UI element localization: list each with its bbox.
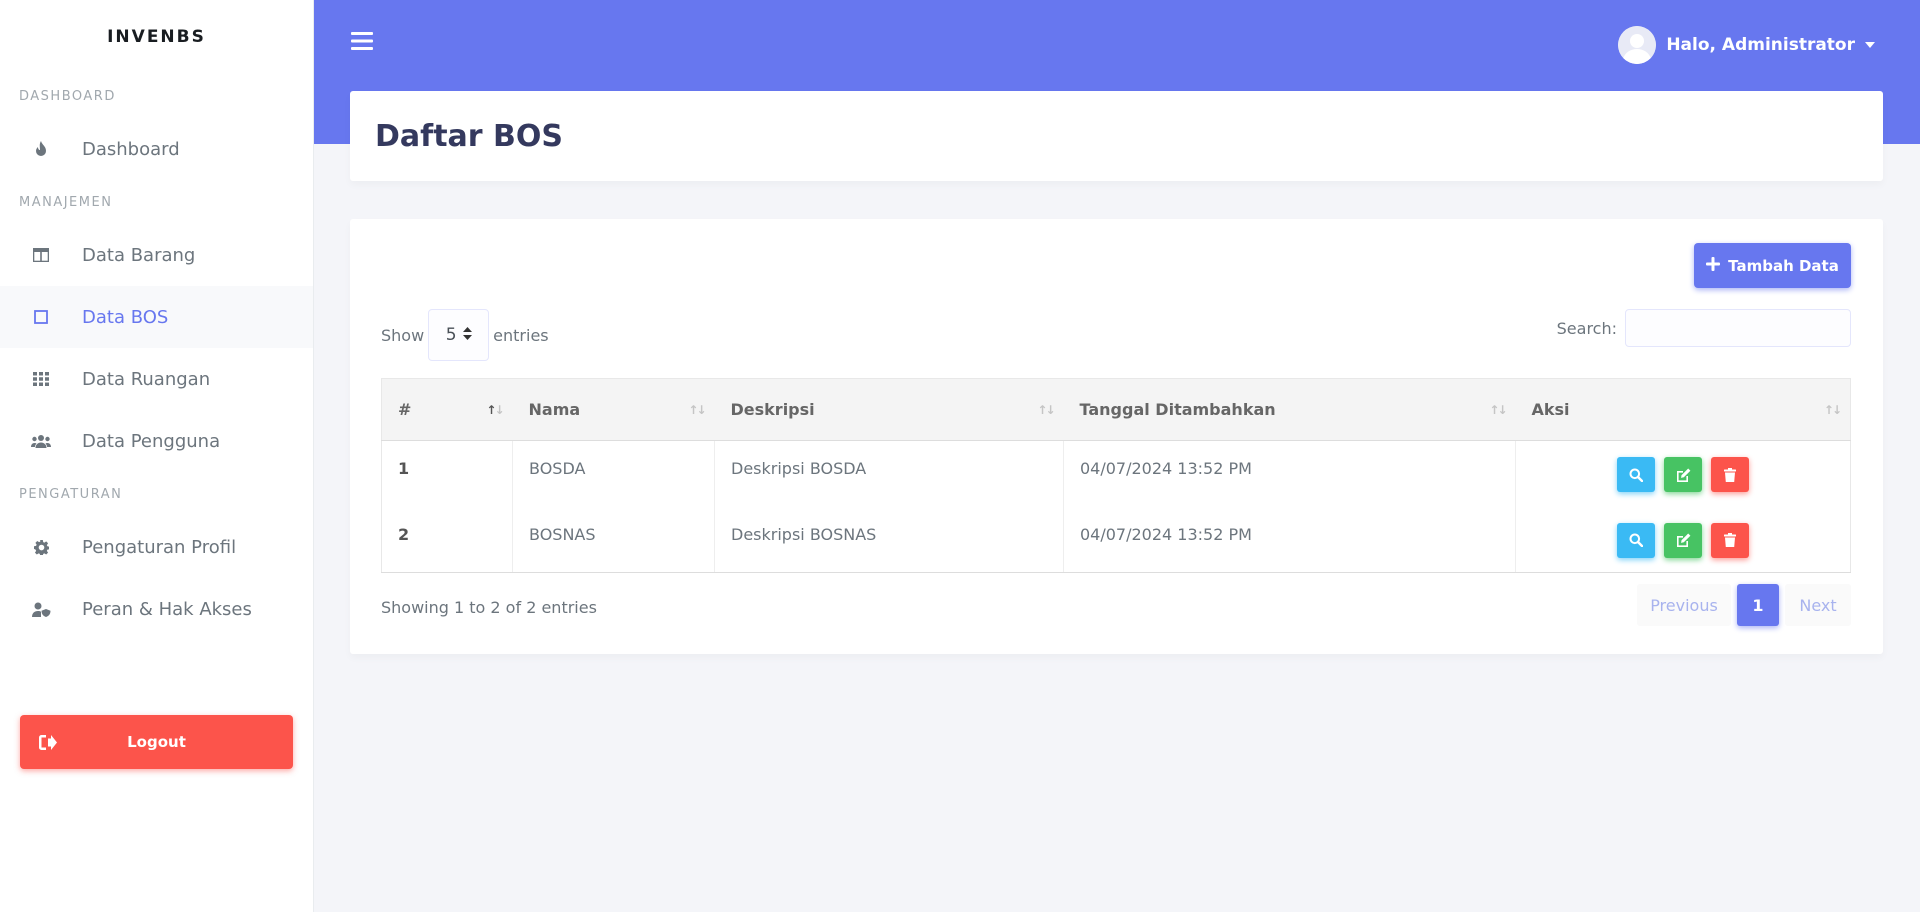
- sidebar-item-data-ruangan[interactable]: Data Ruangan: [0, 348, 313, 410]
- sidebar-item-peran-hak-akses[interactable]: Peran & Hak Akses: [0, 578, 313, 640]
- column-header-label: Nama: [528, 400, 581, 419]
- cell-deskripsi: Deskripsi BOSNAS: [714, 506, 1064, 573]
- cell-number: 1: [398, 459, 410, 478]
- page-header-card: Daftar BOS: [350, 91, 1883, 181]
- menu-header-dashboard: DASHBOARD: [19, 88, 116, 104]
- cell-nama: BOSDA: [512, 440, 715, 507]
- cell-nama: BOSNAS: [512, 506, 715, 573]
- entries-select[interactable]: 5: [428, 309, 490, 361]
- view-button[interactable]: [1616, 522, 1655, 558]
- sort-icon: ↑↓: [1489, 403, 1507, 417]
- user-shield-icon: [0, 602, 82, 617]
- delete-button[interactable]: [1711, 522, 1750, 558]
- sidebar-item-data-bos[interactable]: Data BOS: [0, 286, 313, 348]
- sort-icon: ↑↓: [1037, 403, 1055, 417]
- column-header-label: #: [398, 400, 412, 419]
- sidebar-item-label: Data Barang: [82, 244, 196, 266]
- pagination-previous[interactable]: Previous: [1637, 584, 1731, 626]
- user-menu-dropdown[interactable]: Halo, Administrator: [1618, 26, 1875, 64]
- sort-icon: ↑↓: [688, 403, 706, 417]
- search-input[interactable]: [1625, 309, 1851, 347]
- menu-header-pengaturan: PENGATURAN: [19, 486, 123, 502]
- edit-icon: [1676, 533, 1690, 547]
- sidebar-item-label: Data Pengguna: [82, 430, 221, 452]
- sidebar: INVENBS DASHBOARD Dashboard MANAJEMEN Da…: [0, 0, 314, 912]
- sign-out-icon: [20, 734, 76, 750]
- column-header-nama[interactable]: Nama ↑↓: [512, 378, 715, 441]
- column-header-number[interactable]: # ↑↓: [381, 378, 513, 441]
- data-table-card: Tambah Data Show 5 entries Search: # ↑↓ …: [350, 219, 1883, 654]
- cell-tanggal: 04/07/2024 13:52 PM: [1063, 440, 1516, 507]
- search-control: Search:: [1557, 309, 1851, 347]
- table-header-row: # ↑↓ Nama ↑↓ Deskripsi ↑↓ Tanggal Ditamb…: [381, 378, 1851, 441]
- add-data-label: Tambah Data: [1728, 256, 1839, 275]
- trash-icon: [1724, 533, 1737, 547]
- cell-actions: [1515, 506, 1851, 573]
- pagination: Previous 1 Next: [1637, 584, 1851, 626]
- sidebar-item-label: Pengaturan Profil: [82, 536, 237, 558]
- column-header-deskripsi[interactable]: Deskripsi ↑↓: [714, 378, 1064, 441]
- sort-updown-icon: [462, 325, 472, 345]
- sidebar-item-data-pengguna[interactable]: Data Pengguna: [0, 410, 313, 472]
- table-row: 1 BOSDA Deskripsi BOSDA 04/07/2024 13:52…: [382, 440, 1851, 507]
- sidebar-item-data-barang[interactable]: Data Barang: [0, 224, 313, 286]
- cell-deskripsi: Deskripsi BOSDA: [714, 440, 1064, 507]
- brand-logo[interactable]: INVENBS: [0, 0, 313, 74]
- th-icon: [0, 372, 82, 386]
- table-row: 2 BOSNAS Deskripsi BOSNAS 04/07/2024 13:…: [381, 506, 1851, 573]
- edit-icon: [1676, 468, 1690, 482]
- fire-icon: [0, 141, 82, 157]
- edit-button[interactable]: [1664, 457, 1702, 492]
- entries-value: 5: [445, 325, 457, 345]
- sort-icon: ↑↓: [486, 403, 504, 417]
- delete-button[interactable]: [1711, 457, 1750, 492]
- hamburger-menu-icon[interactable]: [351, 31, 373, 55]
- gear-icon: [0, 539, 82, 555]
- search-icon: [1629, 533, 1643, 547]
- page-title: Daftar BOS: [375, 118, 563, 154]
- sidebar-item-label: Dashboard: [82, 138, 180, 160]
- cell-actions: [1515, 440, 1851, 507]
- pagination-next[interactable]: Next: [1785, 584, 1851, 626]
- user-greeting: Halo, Administrator: [1666, 35, 1855, 55]
- sidebar-item-pengaturan-profil[interactable]: Pengaturan Profil: [0, 516, 313, 578]
- cell-number: 2: [381, 506, 513, 573]
- column-header-aksi[interactable]: Aksi ↑↓: [1515, 378, 1851, 441]
- column-header-label: Deskripsi: [730, 400, 815, 419]
- logout-button[interactable]: Logout: [20, 715, 293, 769]
- table-info: Showing 1 to 2 of 2 entries: [381, 598, 597, 617]
- cell-tanggal: 04/07/2024 13:52 PM: [1063, 506, 1516, 573]
- sort-icon: ↑↓: [1823, 403, 1842, 417]
- sidebar-item-label: Data Ruangan: [82, 368, 211, 390]
- entries-length-control: Show 5 entries: [381, 309, 549, 361]
- entries-label: entries: [493, 325, 549, 345]
- sidebar-item-label: Peran & Hak Akses: [82, 598, 252, 620]
- logout-label: Logout: [127, 733, 186, 751]
- column-header-label: Aksi: [1531, 400, 1570, 419]
- trash-icon: [1724, 467, 1737, 482]
- sidebar-item-dashboard[interactable]: Dashboard: [0, 118, 313, 180]
- sidebar-item-label: Data BOS: [82, 306, 169, 328]
- search-label: Search:: [1556, 318, 1617, 338]
- avatar: [1618, 26, 1657, 64]
- view-button[interactable]: [1616, 457, 1655, 492]
- plus-icon: [1706, 256, 1721, 275]
- users-icon: [0, 434, 82, 448]
- caret-down-icon: [1865, 42, 1875, 48]
- menu-header-manajemen: MANAJEMEN: [19, 194, 113, 210]
- data-table: # ↑↓ Nama ↑↓ Deskripsi ↑↓ Tanggal Ditamb…: [381, 378, 1851, 573]
- column-header-label: Tanggal Ditambahkan: [1079, 400, 1276, 419]
- search-icon: [1629, 468, 1643, 482]
- pagination-page-1[interactable]: 1: [1737, 584, 1779, 626]
- square-icon: [0, 310, 82, 324]
- add-data-button[interactable]: Tambah Data: [1694, 243, 1851, 288]
- columns-icon: [0, 248, 82, 262]
- show-label: Show: [381, 325, 425, 345]
- edit-button[interactable]: [1664, 522, 1702, 558]
- column-header-tanggal[interactable]: Tanggal Ditambahkan ↑↓: [1063, 378, 1516, 441]
